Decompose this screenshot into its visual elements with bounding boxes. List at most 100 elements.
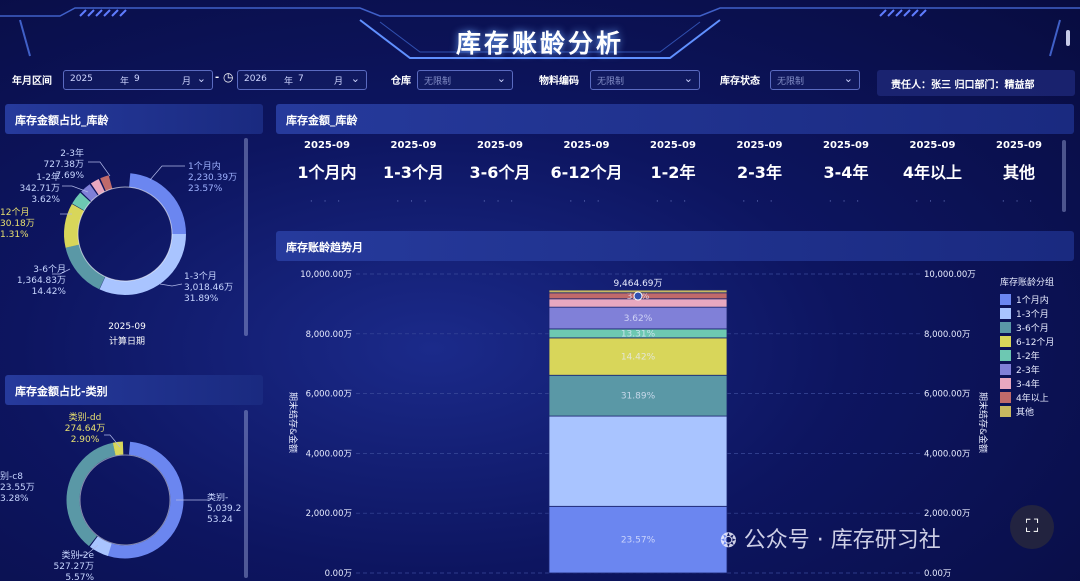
start-month-value: 9 [134, 74, 140, 84]
end-year-unit: 年 [284, 77, 294, 87]
end-year-value: 2026 [244, 74, 267, 84]
warehouse-select[interactable]: 无限制 ⌄ [417, 70, 513, 90]
legend-swatch [1000, 349, 1011, 361]
legend-item[interactable]: 3-6个月 [1000, 320, 1076, 334]
start-month-unit: 月 [182, 77, 192, 87]
age-column: 2025-09 3-6个月 · · · [457, 140, 543, 207]
start-date-picker[interactable]: 2025 年 9 月 ⌄ [63, 70, 213, 90]
bar-segment[interactable] [548, 415, 728, 507]
category-label-value: 274.64万 [64, 424, 106, 434]
age-column-date: 2025-09 [736, 140, 783, 151]
legend-item[interactable]: 1-2年 [1000, 348, 1076, 362]
legend-rows: 1个月内 1-3个月 3-6个月 6-12个月 1-2年 2-3年 3-4年 4年以上 其他 [1000, 292, 1076, 418]
legend-label: 1-3个月 [1016, 309, 1049, 320]
material-code-select[interactable]: 无限制 ⌄ [590, 70, 700, 90]
legend-item[interactable]: 2-3年 [1000, 362, 1076, 376]
category-label-name: 别-c8 [0, 472, 23, 482]
age-column: 2025-09 4年以上 · · · [890, 140, 976, 207]
header-scrollbar[interactable] [1066, 30, 1070, 46]
age-amount-scrollbar[interactable] [1062, 140, 1066, 212]
calc-date-block: 2025-09 计算日期 [95, 320, 159, 350]
clock-icon: ◷ [223, 70, 234, 84]
filter-bar: 年月区间 2025 年 9 月 ⌄ - ◷ 2026 年 7 月 ⌄ 仓库 无限… [5, 70, 1075, 96]
bar-segment-label: 13.31% [621, 329, 656, 339]
category-label-value: 5,039.2 [207, 504, 242, 514]
age-column: 2025-09 1-3个月 · · · [371, 140, 457, 207]
legend-label: 1个月内 [1016, 295, 1049, 306]
end-month-unit: 月 [334, 77, 344, 87]
age-column: 2025-09 6-12个月 · · · [544, 140, 630, 207]
legend-item[interactable]: 6-12个月 [1000, 334, 1076, 348]
page-title: 库存账龄分析 [455, 29, 624, 58]
age-label-name: 2-3年 [60, 149, 84, 159]
category-ratio-panel-title: 库存金额占比-类别 [5, 375, 263, 405]
legend-swatch [1000, 335, 1011, 347]
age-panel-scrollbar[interactable] [244, 138, 248, 336]
age-column-date: 2025-09 [650, 140, 696, 151]
responsible-info: 责任人：张三 归口部门：精益部 [877, 70, 1075, 96]
age-label-2-3y: 2-3年 727.38万 7.69% [36, 149, 85, 182]
y-tick-label-left: 4,000.00万 [306, 449, 352, 459]
end-date-picker[interactable]: 2026 年 7 月 ⌄ [237, 70, 367, 90]
donut-slice-category-dd[interactable] [63, 438, 186, 561]
chevron-down-icon[interactable]: ⌄ [197, 72, 206, 85]
legend-label: 2-3年 [1016, 365, 1040, 376]
chevron-down-icon[interactable]: ⌄ [497, 72, 506, 85]
wechat-icon: ❂ [720, 528, 737, 552]
warehouse-label: 仓库 [391, 76, 411, 87]
start-year-unit: 年 [120, 77, 130, 87]
y-tick-label-left: 10,000.00万 [300, 270, 352, 280]
category-label-c8: 别-c8 23.55万 3.28% [0, 472, 44, 505]
age-column-date: 2025-09 [823, 140, 869, 151]
y-tick-label-right: 8,000.00万 [924, 330, 970, 340]
age-label-6-12m: 12个月 30.18万 1.31% [0, 208, 42, 241]
fullscreen-icon[interactable]: ⛶ [1010, 505, 1054, 549]
legend-title: 库存账龄分组 [1000, 278, 1055, 288]
chevron-down-icon[interactable]: ⌄ [351, 72, 360, 85]
category-label-pct: 5.57% [65, 573, 94, 581]
age-column-dots: · · · [396, 197, 431, 207]
legend-item[interactable]: 1个月内 [1000, 292, 1076, 306]
bar-total-label: 9,464.69万 [613, 279, 662, 289]
age-label-pct: 23.57% [188, 184, 223, 194]
age-label-3-6m: 3-6个月 1,364.83万 14.42% [10, 265, 66, 298]
stock-status-select[interactable]: 无限制 ⌄ [770, 70, 860, 90]
age-label-1m: 1个月内 2,230.39万 23.57% [188, 162, 237, 195]
legend-item[interactable]: 4年以上 [1000, 390, 1076, 404]
legend-label: 1-2年 [1016, 351, 1040, 362]
bar-marker[interactable] [633, 291, 643, 301]
age-column-dots: · · · [1001, 197, 1037, 207]
age-column: 2025-09 3-4年 · · · [803, 140, 889, 207]
y-tick-label-right: 10,000.00万 [924, 270, 976, 280]
legend-item[interactable]: 1-3个月 [1000, 306, 1076, 320]
age-label-pct: 31.89% [184, 294, 219, 304]
date-separator: - [215, 72, 220, 83]
age-column-dots: · · · [828, 197, 864, 207]
age-label-name: 3-6个月 [33, 265, 66, 275]
chevron-down-icon[interactable]: ⌄ [684, 72, 693, 85]
y-axis-title-right: 期末结存&金额 [977, 392, 989, 453]
legend-swatch [1000, 307, 1011, 319]
dashboard-header: 库存账龄分析 [0, 0, 1080, 64]
bar-segment-label: 14.42% [621, 353, 656, 363]
age-column-dots: · · · [915, 197, 950, 207]
legend-item[interactable]: 其他 [1000, 404, 1076, 418]
legend-item[interactable]: 3-4年 [1000, 376, 1076, 390]
legend-label: 3-4年 [1016, 379, 1040, 390]
category-panel-scrollbar[interactable] [244, 410, 248, 578]
legend-swatch [1000, 405, 1011, 417]
age-column-name: 1个月内 [297, 163, 357, 182]
stock-status-placeholder: 无限制 [777, 77, 805, 87]
age-column-dots: · · · [309, 197, 345, 207]
y-tick-label-left: 2,000.00万 [306, 509, 352, 519]
age-column-date: 2025-09 [390, 140, 437, 151]
age-label-value: 727.38万 [43, 160, 85, 170]
age-label-value: 30.18万 [0, 219, 35, 229]
legend-label: 6-12个月 [1016, 337, 1055, 348]
calc-date-caption: 计算日期 [108, 337, 145, 347]
material-code-placeholder: 无限制 [597, 77, 625, 87]
age-label-value: 1,364.83万 [16, 276, 66, 286]
start-year-value: 2025 [70, 74, 93, 84]
age-column-name: 其他 [1002, 163, 1035, 182]
chevron-down-icon[interactable]: ⌄ [844, 72, 853, 85]
